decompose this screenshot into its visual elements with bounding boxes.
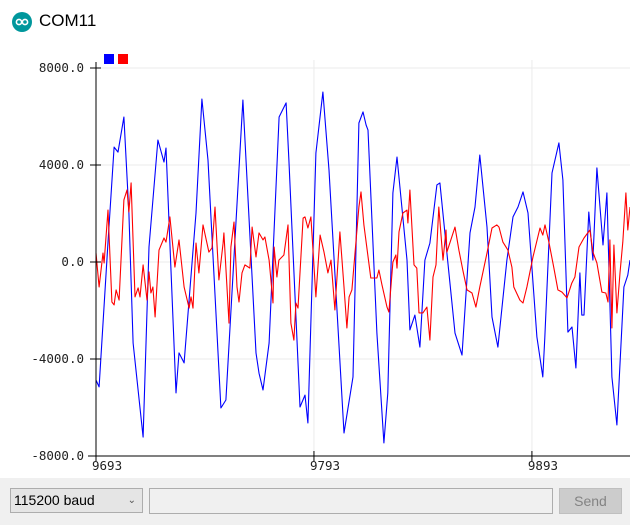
y-ticks: 8000.0 4000.0 0.0 -4000.0 -8000.0 xyxy=(31,60,101,463)
y-tick-label: 0.0 xyxy=(61,254,84,269)
baud-rate-select[interactable]: 115200 baud ⌄ xyxy=(10,488,143,513)
message-input[interactable] xyxy=(149,488,553,514)
x-tick-label: 9693 xyxy=(92,458,122,473)
legend-series-2[interactable] xyxy=(118,54,128,64)
x-tick-label: 9793 xyxy=(310,458,340,473)
series-1-line xyxy=(95,91,630,444)
bottom-toolbar: 115200 baud ⌄ Send xyxy=(0,478,630,525)
y-tick-label: -8000.0 xyxy=(31,448,84,463)
y-tick-label: 8000.0 xyxy=(39,60,84,75)
send-button[interactable]: Send xyxy=(559,488,622,514)
series-lines xyxy=(95,91,630,444)
baud-rate-value: 115200 baud xyxy=(14,492,95,508)
chevron-down-icon: ⌄ xyxy=(127,495,136,506)
y-tick-label: 4000.0 xyxy=(39,157,84,172)
x-tick-label: 9893 xyxy=(528,458,558,473)
legend-series-1[interactable] xyxy=(104,54,114,64)
serial-plot: 8000.0 4000.0 0.0 -4000.0 -8000.0 9693 9793 98… xyxy=(31,54,630,473)
y-tick-label: -4000.0 xyxy=(31,351,84,366)
x-ticks: 9693 9793 9893 xyxy=(92,451,558,473)
